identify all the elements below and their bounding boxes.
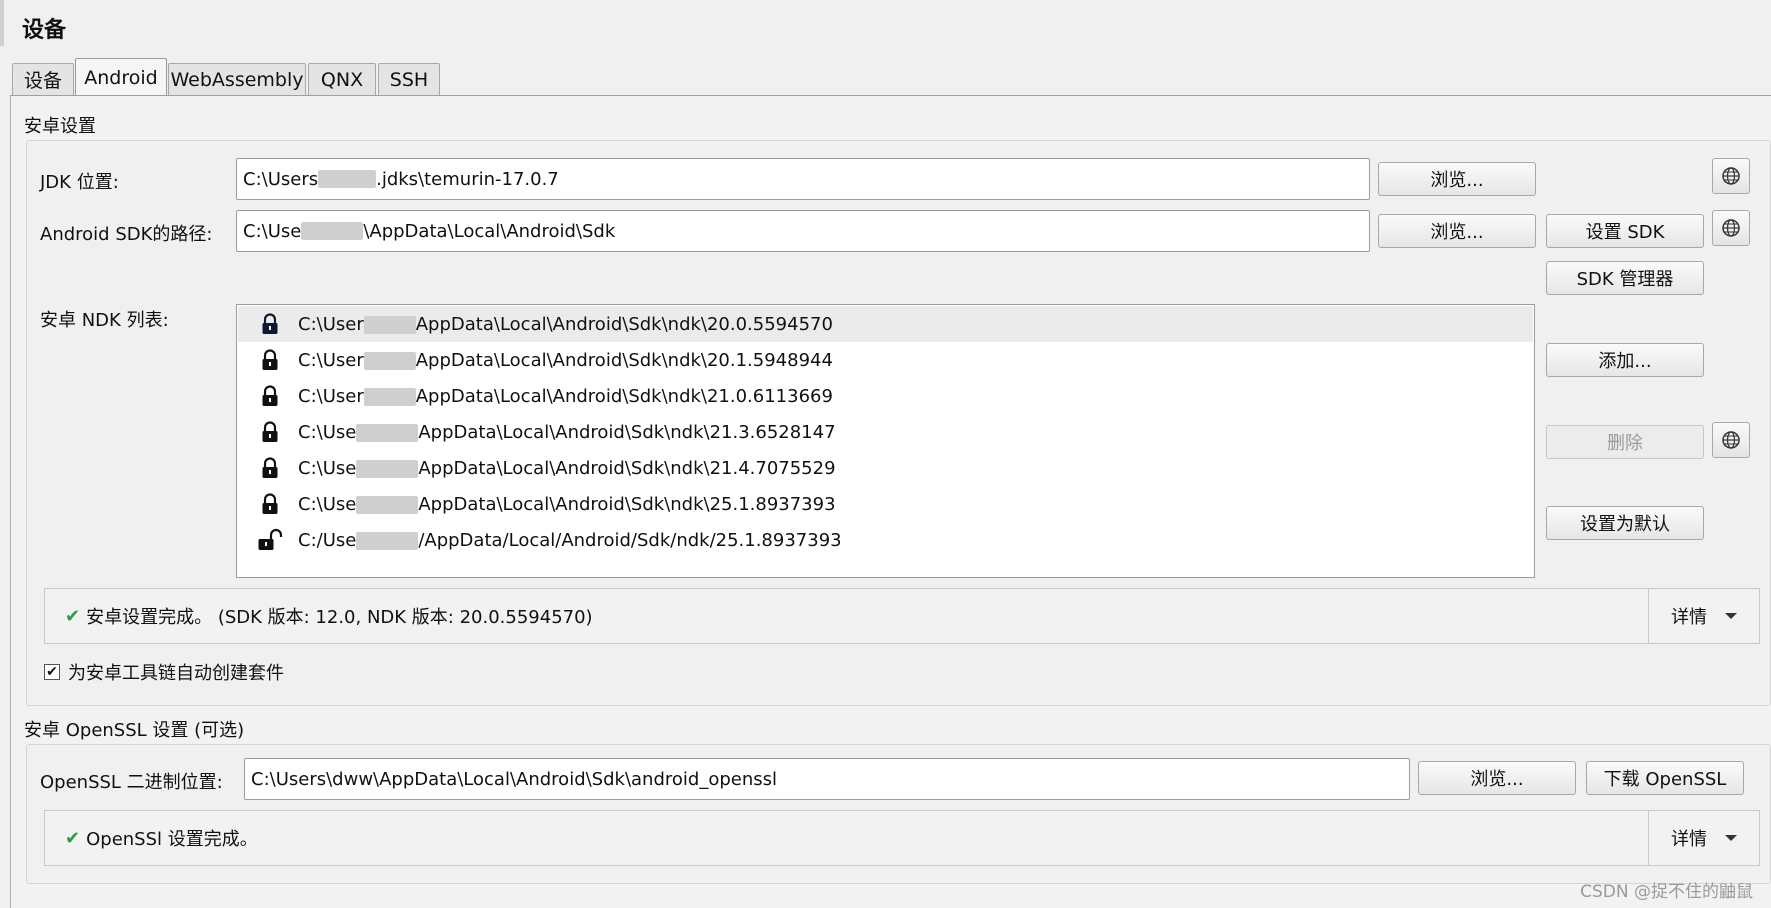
- ndk-path-start: C:\Use: [298, 493, 357, 515]
- openssl-status-text: OpenSSl 设置完成。: [86, 829, 258, 850]
- ndk-path-end: AppData\Local\Android\Sdk\ndk\21.0.61136…: [415, 385, 833, 407]
- redacted-username: [356, 495, 419, 514]
- redacted-username: [318, 170, 377, 188]
- auto-create-kits-checkbox[interactable]: ✔: [44, 664, 60, 680]
- ndk-path-start: C:\Use: [298, 457, 357, 479]
- auto-create-kits-label: 为安卓工具链自动创建套件: [68, 663, 284, 684]
- ndk-path-start: C:\User: [298, 313, 364, 335]
- redacted-username: [363, 315, 416, 334]
- ndk-path-end: AppData\Local\Android\Sdk\ndk\20.0.55945…: [415, 313, 833, 335]
- openssl-status-bar: ✔ OpenSSl 设置完成。 详情: [44, 810, 1760, 866]
- sdk-path-end: \AppData\Local\Android\Sdk: [363, 220, 616, 242]
- openssl-binary-label: OpenSSL 二进制位置:: [40, 772, 223, 793]
- download-openssl-button[interactable]: 下载 OpenSSL: [1586, 761, 1744, 795]
- title-accent: [0, 0, 4, 46]
- ndk-download-button[interactable]: [1712, 422, 1750, 458]
- check-icon: ✔: [65, 827, 81, 849]
- tab-label: QNX: [320, 68, 364, 91]
- ndk-list-item[interactable]: C:\User AppData\Local\Android\Sdk\ndk\21.…: [238, 378, 1533, 414]
- ndk-path-start: C:/Use: [298, 529, 357, 551]
- unlock-icon: [250, 528, 290, 552]
- lock-icon: [250, 385, 290, 407]
- redacted-username: [301, 222, 364, 240]
- lock-icon: [250, 421, 290, 443]
- redacted-username: [356, 531, 419, 550]
- android-details-button[interactable]: 详情: [1648, 589, 1759, 643]
- tab-label: WebAssembly: [170, 68, 304, 91]
- tab-devices[interactable]: 设备: [12, 63, 74, 95]
- android-section-title: 安卓设置: [24, 116, 96, 137]
- ndk-list-label: 安卓 NDK 列表:: [40, 310, 169, 331]
- android-status-text: 安卓设置完成。 (SDK 版本: 12.0, NDK 版本: 20.0.5594…: [86, 607, 593, 628]
- tab-label: SSH: [389, 68, 429, 91]
- ndk-list-item[interactable]: C:\User AppData\Local\Android\Sdk\ndk\20.…: [238, 342, 1533, 378]
- ndk-path-start: C:\Use: [298, 421, 357, 443]
- openssl-path-field[interactable]: C:\Users\dww\AppData\Local\Android\Sdk\a…: [244, 758, 1410, 800]
- tab-webassembly[interactable]: WebAssembly: [168, 63, 306, 95]
- redacted-username: [363, 351, 416, 370]
- lock-icon: [250, 457, 290, 479]
- globe-icon: [1722, 167, 1740, 185]
- globe-icon: [1722, 219, 1740, 237]
- page-title: 设备: [22, 18, 67, 43]
- chevron-down-icon: [1725, 835, 1737, 841]
- ndk-list-item[interactable]: C:\Use AppData\Local\Android\Sdk\ndk\21.3…: [238, 414, 1533, 450]
- jdk-path-end: .jdks\temurin-17.0.7: [376, 168, 559, 190]
- sdk-path-field[interactable]: C:\Use \AppData\Local\Android\Sdk: [236, 210, 1370, 252]
- ndk-set-default-button[interactable]: 设置为默认: [1546, 506, 1704, 540]
- jdk-download-button[interactable]: [1712, 158, 1750, 194]
- sdk-manager-button[interactable]: SDK 管理器: [1546, 261, 1704, 295]
- jdk-label: JDK 位置:: [40, 172, 119, 193]
- openssl-details-button[interactable]: 详情: [1648, 811, 1759, 865]
- tab-qnx[interactable]: QNX: [308, 63, 376, 95]
- tab-ssh[interactable]: SSH: [378, 63, 440, 95]
- watermark: CSDN @捉不住的鼬鼠: [1580, 882, 1753, 902]
- tab-label: 设备: [23, 70, 62, 92]
- tab-android[interactable]: Android: [75, 58, 167, 96]
- ndk-path-end: AppData\Local\Android\Sdk\ndk\20.1.59489…: [415, 349, 833, 371]
- sdk-browse-button[interactable]: 浏览...: [1378, 214, 1536, 248]
- lock-icon: [250, 493, 290, 515]
- lock-icon: [250, 313, 290, 335]
- ndk-path-end: AppData\Local\Android\Sdk\ndk\25.1.89373…: [418, 493, 836, 515]
- ndk-list-item[interactable]: C:/Use/AppData/Local/Android/Sdk/ndk/25.…: [238, 522, 1533, 558]
- ndk-path-start: C:\User: [298, 349, 364, 371]
- openssl-section-title: 安卓 OpenSSL 设置 (可选): [24, 720, 245, 741]
- tab-label: Android: [84, 66, 158, 89]
- sdk-label: Android SDK的路径:: [40, 224, 213, 245]
- details-label: 详情: [1671, 607, 1707, 628]
- redacted-username: [363, 387, 416, 406]
- ndk-list-item[interactable]: C:\User AppData\Local\Android\Sdk\ndk\20.…: [238, 306, 1533, 342]
- sdk-download-button[interactable]: [1712, 210, 1750, 246]
- redacted-username: [356, 423, 419, 442]
- auto-create-kits-option[interactable]: ✔ 为安卓工具链自动创建套件: [44, 659, 284, 685]
- jdk-path-start: C:\Users: [243, 168, 319, 190]
- ndk-add-button[interactable]: 添加...: [1546, 343, 1704, 377]
- ndk-path-end: /AppData/Local/Android/Sdk/ndk/25.1.8937…: [418, 529, 842, 551]
- ndk-list-item[interactable]: C:\Use AppData\Local\Android\Sdk\ndk\21.4…: [238, 450, 1533, 486]
- ndk-list[interactable]: C:\User AppData\Local\Android\Sdk\ndk\20.…: [236, 304, 1535, 578]
- chevron-down-icon: [1725, 613, 1737, 619]
- ndk-path-end: AppData\Local\Android\Sdk\ndk\21.3.65281…: [418, 421, 836, 443]
- android-status-bar: ✔ 安卓设置完成。 (SDK 版本: 12.0, NDK 版本: 20.0.559…: [44, 588, 1760, 644]
- jdk-browse-button[interactable]: 浏览...: [1378, 162, 1536, 196]
- ndk-remove-button[interactable]: 删除: [1546, 425, 1704, 459]
- redacted-username: [356, 459, 419, 478]
- jdk-path-field[interactable]: C:\Users .jdks\temurin-17.0.7: [236, 158, 1370, 200]
- sdk-path-start: C:\Use: [243, 220, 302, 242]
- globe-icon: [1722, 431, 1740, 449]
- ndk-path-start: C:\User: [298, 385, 364, 407]
- lock-icon: [250, 349, 290, 371]
- check-icon: ✔: [65, 605, 81, 627]
- setup-sdk-button[interactable]: 设置 SDK: [1546, 214, 1704, 248]
- openssl-browse-button[interactable]: 浏览...: [1418, 761, 1576, 795]
- details-label: 详情: [1671, 829, 1707, 850]
- ndk-list-item[interactable]: C:\Use AppData\Local\Android\Sdk\ndk\25.1…: [238, 486, 1533, 522]
- ndk-path-end: AppData\Local\Android\Sdk\ndk\21.4.70755…: [418, 457, 836, 479]
